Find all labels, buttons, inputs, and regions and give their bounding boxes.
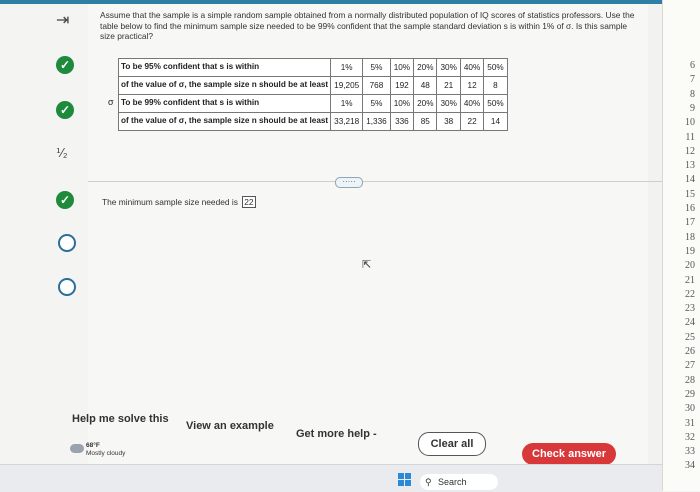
n-cell: 336 [389,112,415,131]
taskbar [0,464,662,492]
pct-cell: 20% [413,94,438,113]
row-label: of the value of σ, the sample size n sho… [117,76,332,95]
n-cell: 768 [362,76,391,95]
line-number: 19 [685,245,695,257]
weather-temp: 68°F [86,442,100,449]
line-number: 8 [690,88,695,100]
question-status-sidebar [0,4,88,464]
line-number: 12 [685,145,695,157]
n-cell: 38 [436,112,461,131]
line-number: 16 [685,203,695,214]
weather-desc: Mostly cloudy [86,450,126,457]
pct-cell: 5% [362,58,391,77]
line-number: 33 [685,446,695,458]
line-number: 17 [685,217,695,229]
weather-widget[interactable]: 68°F Mostly cloudy [86,442,125,458]
n-cell: 85 [413,112,438,131]
collapse-panel-icon[interactable]: ⇥ [56,10,69,30]
completed-check-icon[interactable]: ✓ [56,56,74,74]
n-cell: 12 [459,76,485,95]
line-number: 23 [685,303,695,315]
n-cell: 19,205 [330,76,364,95]
line-number: 11 [685,131,695,143]
line-number: 6 [690,60,695,71]
search-label: Search [438,477,467,487]
pct-cell: 50% [483,58,508,77]
line-number: 14 [685,174,695,186]
windows-start-icon[interactable] [398,473,412,487]
line-number: 21 [685,274,695,286]
line-number: 7 [690,74,695,86]
line-number: 15 [685,188,695,200]
line-number: 10 [685,117,695,129]
answer-prompt: The minimum sample size needed is [102,197,238,207]
pct-cell: 20% [413,58,438,77]
mouse-cursor-icon: ⇱ [362,259,372,271]
n-cell: 33,218 [330,112,364,131]
row-label: To be 99% confident that s is within [117,94,332,113]
line-number: 25 [685,331,695,343]
line-number: 27 [685,360,695,372]
line-number: 30 [685,403,695,415]
get-more-help-button[interactable]: Get more help - [296,428,377,440]
n-cell: 8 [483,76,508,95]
help-me-solve-button[interactable]: Help me solve this [72,413,169,425]
taskbar-search[interactable]: ⚲ Search [420,474,498,490]
line-number: 13 [685,160,695,172]
check-answer-button[interactable]: Check answer [522,443,616,465]
pct-cell: 1% [330,94,364,113]
line-number: 20 [685,260,695,272]
pct-cell: 10% [389,94,415,113]
line-number: 22 [685,288,695,300]
pct-cell: 1% [330,58,364,77]
line-number: 29 [685,388,695,400]
partial-credit-icon[interactable]: ⅟₂ [56,146,67,160]
pct-cell: 30% [436,94,461,113]
pct-cell: 50% [483,94,508,113]
unanswered-circle-icon[interactable] [58,234,76,252]
unanswered-circle-icon[interactable] [58,278,76,296]
line-number: 31 [685,417,695,429]
pct-cell: 40% [459,58,485,77]
sigma-symbol: σ [108,97,114,107]
pct-cell: 40% [459,94,485,113]
question-text: Assume that the sample is a simple rando… [100,10,635,41]
n-cell: 14 [483,112,508,131]
n-cell: 21 [436,76,461,95]
line-number: 34 [685,460,695,472]
answer-line: The minimum sample size needed is 22 [102,196,256,208]
pct-cell: 5% [362,94,391,113]
pct-cell: 10% [389,58,415,77]
line-number: 26 [685,346,695,357]
line-number: 9 [690,102,695,114]
pct-cell: 30% [436,58,461,77]
n-cell: 192 [389,76,415,95]
clear-all-button[interactable]: Clear all [418,432,486,456]
section-divider [88,181,662,182]
line-number: 28 [685,374,695,386]
line-number: 24 [685,317,695,329]
search-icon: ⚲ [425,477,432,487]
n-cell: 22 [459,112,485,131]
completed-check-icon[interactable]: ✓ [56,101,74,119]
n-cell: 1,336 [362,112,391,131]
line-number: 32 [685,431,695,443]
completed-check-icon[interactable]: ✓ [56,191,74,209]
n-cell: 48 [413,76,438,95]
view-example-button[interactable]: View an example [186,420,274,432]
weather-icon [70,444,84,453]
expand-more-button[interactable]: ····· [335,177,363,188]
background-document-edge: 6 7 8 9 10 11 12 13 14 15 16 17 18 19 20 21 22 23 24 25 26 27… [662,0,700,491]
row-label: of the value of σ, the sample size n sho… [117,112,332,131]
row-label: To be 95% confident that s is within [117,58,332,77]
sample-size-table: To be 95% confident that s is within 1% … [117,58,508,131]
answer-input[interactable]: 22 [242,196,256,208]
line-number: 18 [685,231,695,243]
